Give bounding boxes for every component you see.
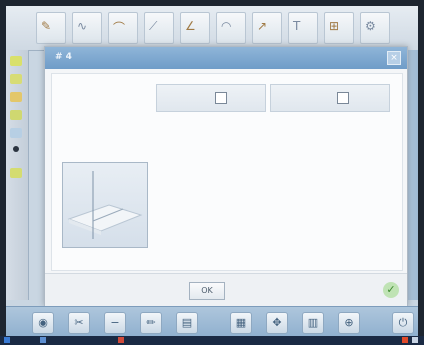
- line-icon[interactable]: ⟋: [144, 12, 174, 44]
- close-button[interactable]: ×: [387, 51, 401, 65]
- tool-glyph: ⊞: [329, 19, 340, 33]
- pencil-icon[interactable]: ✏: [140, 312, 162, 334]
- settings-icon[interactable]: ⚙: [360, 12, 390, 44]
- dialog-body: [51, 73, 403, 271]
- arc-icon[interactable]: ◠: [216, 12, 246, 44]
- scissors-icon[interactable]: ✂: [68, 312, 90, 334]
- dialog-footer: OK ✓: [45, 273, 407, 306]
- page-icon[interactable]: ▤: [176, 312, 198, 334]
- confirm-check-icon[interactable]: ✓: [383, 282, 399, 298]
- preview-pane: [62, 162, 148, 248]
- top-toolbar: ✎ ∿ ⌒ ⟋ ∠ ◠ ↗ T ⊞ ⚙: [6, 6, 418, 51]
- shape-icon[interactable]: ⌒: [108, 12, 138, 44]
- tool-glyph: ↗: [257, 19, 268, 33]
- tool-glyph: ⟋: [149, 19, 158, 33]
- tool-glyph: ∿: [77, 19, 88, 33]
- arrow-icon[interactable]: ↗: [252, 12, 282, 44]
- tool-glyph: ∠: [185, 19, 196, 33]
- globe-icon[interactable]: ◉: [32, 312, 54, 334]
- tool-glyph: T: [293, 19, 301, 33]
- minus-icon[interactable]: −: [104, 312, 126, 334]
- left-palette: [6, 50, 29, 300]
- yellow-swatch[interactable]: [10, 56, 22, 66]
- option-field-1[interactable]: [156, 84, 266, 112]
- green-swatch[interactable]: [10, 110, 22, 120]
- marker-swatch[interactable]: [10, 168, 22, 178]
- start-icon[interactable]: [4, 337, 10, 343]
- plane-preview-icon: [67, 171, 143, 239]
- orange-swatch[interactable]: [10, 92, 22, 102]
- tool-glyph: ⚙: [365, 19, 376, 33]
- option-checkbox-1[interactable]: [215, 92, 227, 104]
- angle-icon[interactable]: ∠: [180, 12, 210, 44]
- text-icon[interactable]: T: [288, 12, 318, 44]
- option-checkbox-2[interactable]: [337, 92, 349, 104]
- option-field-2[interactable]: [270, 84, 390, 112]
- tool-glyph: ✎: [41, 19, 52, 33]
- taskbar-app-icon[interactable]: [118, 337, 124, 343]
- taskbar-app-icon[interactable]: [40, 337, 46, 343]
- curve-icon[interactable]: ∿: [72, 12, 102, 44]
- tray-icon[interactable]: [402, 337, 408, 343]
- dialog-titlebar[interactable]: # 4 ×: [45, 47, 407, 69]
- pen-icon[interactable]: ✎: [36, 12, 66, 44]
- black-dot-icon[interactable]: [13, 146, 19, 152]
- lime-swatch[interactable]: [10, 74, 22, 84]
- measure-icon[interactable]: ⊕: [338, 312, 360, 334]
- tool-glyph: ⌒: [113, 21, 126, 35]
- screen: ✎ ∿ ⌒ ⟋ ∠ ◠ ↗ T ⊞ ⚙ # 4 × OK ✓ ◉ ✂ − ✏ ▤…: [6, 6, 418, 336]
- tools-icon[interactable]: ✥: [266, 312, 288, 334]
- taskbar: [0, 336, 424, 345]
- image-icon[interactable]: ▦: [230, 312, 252, 334]
- bottom-toolbar: ◉ ✂ − ✏ ▤ ▦ ✥ ▥ ⊕ ⏻: [6, 306, 418, 336]
- dialog: # 4 × OK ✓: [44, 46, 408, 306]
- grid-icon[interactable]: ⊞: [324, 12, 354, 44]
- dialog-title: # 4: [55, 52, 72, 62]
- exit-icon[interactable]: ⏻: [392, 312, 414, 334]
- table-icon[interactable]: ▥: [302, 312, 324, 334]
- ok-button[interactable]: OK: [189, 282, 225, 300]
- blue-swatch[interactable]: [10, 128, 22, 138]
- tool-glyph: ◠: [221, 19, 232, 33]
- tray-icon[interactable]: [412, 337, 418, 343]
